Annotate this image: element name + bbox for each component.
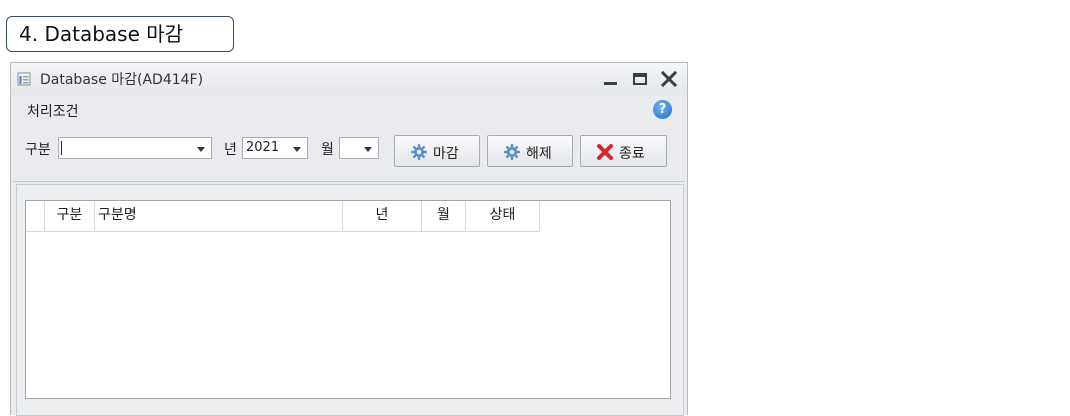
maximize-icon <box>633 73 647 85</box>
gear-icon <box>504 144 520 160</box>
gear-icon <box>411 144 427 160</box>
condition-panel-title: 처리조건 <box>27 104 79 120</box>
close-icon <box>660 70 678 88</box>
gubun-label: 구분 <box>25 142 51 158</box>
database-form-icon <box>17 71 31 86</box>
exit-button[interactable]: 종료 <box>580 135 667 167</box>
red-x-icon <box>597 144 613 160</box>
panel-divider <box>13 181 685 182</box>
gubun-select[interactable] <box>58 137 212 159</box>
exit-label: 종료 <box>619 146 645 162</box>
month-select[interactable] <box>339 137 379 159</box>
column-header-status[interactable]: 상태 <box>466 201 540 232</box>
close-window-button[interactable] <box>659 69 679 89</box>
chevron-down-icon <box>293 147 301 152</box>
title-bar: Database 마감(AD414F) <box>11 63 687 95</box>
text-cursor <box>61 141 62 155</box>
minimize-icon <box>604 82 617 85</box>
row-selector-header[interactable] <box>26 201 45 232</box>
year-value: 2021 <box>246 140 280 155</box>
column-header-gubun-name[interactable]: 구분명 <box>95 201 343 232</box>
section-caption: 4. Database 마감 <box>6 16 234 52</box>
result-grid[interactable]: 구분 구분명 년 월 상태 <box>25 200 671 399</box>
grid-panel: 구분 구분명 년 월 상태 <box>16 184 684 416</box>
database-close-window: Database 마감(AD414F) 처리조건 ? 구분 년 2021 월 마… <box>10 62 688 416</box>
chevron-down-icon <box>364 147 372 152</box>
release-label: 해제 <box>526 146 552 162</box>
year-select[interactable]: 2021 <box>242 137 308 159</box>
minimize-button[interactable] <box>601 69 621 89</box>
year-label: 년 <box>224 142 237 158</box>
column-header-year[interactable]: 년 <box>343 201 422 232</box>
release-button[interactable]: 해제 <box>487 135 573 167</box>
month-label: 월 <box>321 142 334 158</box>
maximize-button[interactable] <box>630 69 650 89</box>
column-header-gubun[interactable]: 구분 <box>45 201 95 232</box>
close-period-label: 마감 <box>433 146 459 162</box>
chevron-down-icon <box>197 147 205 152</box>
window-title: Database 마감(AD414F) <box>40 72 204 88</box>
help-icon[interactable]: ? <box>653 100 672 119</box>
close-period-button[interactable]: 마감 <box>394 135 480 167</box>
column-header-month[interactable]: 월 <box>422 201 466 232</box>
